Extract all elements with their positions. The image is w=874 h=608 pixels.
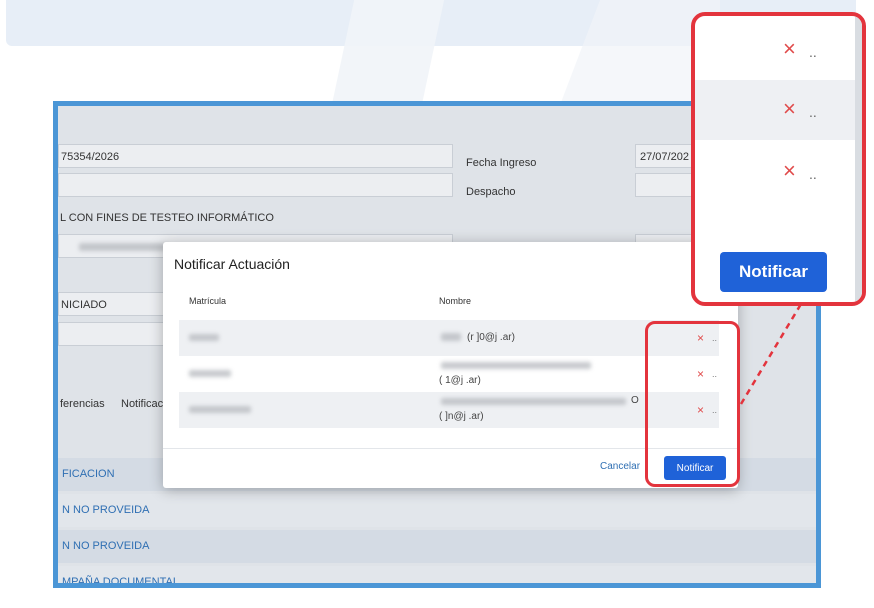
table-row[interactable]: N NO PROVEIDA bbox=[58, 494, 816, 527]
more-icon[interactable]: .. bbox=[809, 166, 817, 182]
table-row-label: MPAÑA DOCUMENTAL bbox=[62, 576, 179, 588]
redacted-text bbox=[79, 243, 169, 251]
caratula-text: L CON FINES DE TESTEO INFORMÁTICO bbox=[60, 212, 274, 224]
nombre-text: (r ]0@j .ar) bbox=[467, 332, 515, 343]
redacted-matricula bbox=[189, 406, 251, 413]
redacted-name bbox=[441, 398, 626, 405]
table-row-label: FICACION bbox=[62, 468, 115, 480]
table-row[interactable]: ( 1@j .ar) × .. bbox=[179, 356, 719, 392]
remove-icon[interactable]: × bbox=[783, 158, 796, 184]
modal-title: Notificar Actuación bbox=[174, 256, 290, 272]
zoom-row: × .. bbox=[695, 140, 855, 210]
zoom-callout: × .. × .. × .. Notificar bbox=[691, 12, 866, 306]
table-row[interactable]: O ( ]n@j .ar) × .. bbox=[179, 392, 719, 428]
redacted-name bbox=[441, 333, 461, 341]
table-row-label: N NO PROVEIDA bbox=[62, 504, 150, 516]
highlight-box bbox=[645, 321, 740, 487]
more-icon[interactable]: .. bbox=[809, 104, 817, 120]
table-row[interactable]: (r ]0@j .ar) × .. bbox=[179, 320, 719, 356]
column-header-nombre: Nombre bbox=[439, 296, 472, 306]
scrollbar[interactable] bbox=[855, 16, 862, 302]
redacted-matricula bbox=[189, 334, 219, 341]
estado-value: NICIADO bbox=[61, 299, 107, 311]
fecha-ingreso-label: Fecha Ingreso bbox=[466, 157, 537, 169]
table-row[interactable]: MPAÑA DOCUMENTAL bbox=[58, 566, 816, 588]
remove-icon[interactable]: × bbox=[783, 36, 796, 62]
email-text: ( 1@j .ar) bbox=[439, 375, 481, 386]
despacho-label: Despacho bbox=[466, 186, 516, 198]
fecha-ingreso-value: 27/07/202 bbox=[640, 151, 689, 163]
nombre-text: O bbox=[631, 395, 639, 406]
table-row-label: N NO PROVEIDA bbox=[62, 540, 150, 552]
tab-notificaciones[interactable]: Notificac bbox=[121, 398, 163, 410]
zoom-row: × .. bbox=[695, 80, 855, 140]
cancel-button[interactable]: Cancelar bbox=[600, 461, 640, 472]
redacted-matricula bbox=[189, 370, 231, 377]
secondary-field[interactable] bbox=[58, 173, 453, 197]
email-text: ( ]n@j .ar) bbox=[439, 411, 484, 422]
table-row[interactable]: N NO PROVEIDA bbox=[58, 530, 816, 563]
expediente-field[interactable]: 75354/2026 bbox=[58, 144, 453, 168]
tab-transferencias[interactable]: ferencias bbox=[60, 398, 105, 410]
notificar-button-zoomed[interactable]: Notificar bbox=[720, 252, 827, 292]
more-icon[interactable]: .. bbox=[809, 44, 817, 60]
connector-line bbox=[739, 303, 803, 405]
redacted-name bbox=[441, 362, 591, 369]
zoom-row: × .. bbox=[695, 20, 855, 80]
expediente-value: 75354/2026 bbox=[61, 151, 120, 163]
column-header-matricula: Matrícula bbox=[189, 296, 227, 306]
remove-icon[interactable]: × bbox=[783, 96, 796, 122]
